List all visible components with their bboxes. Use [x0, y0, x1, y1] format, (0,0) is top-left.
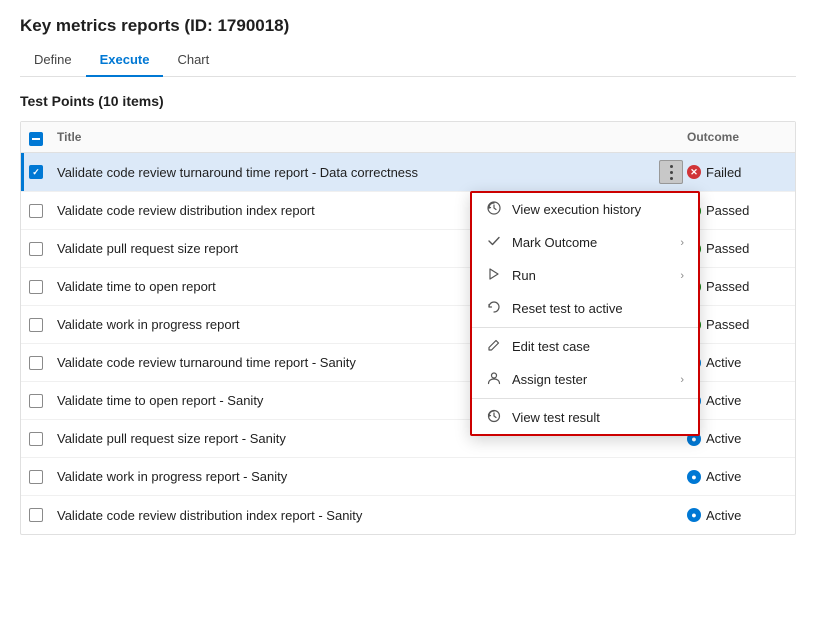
row-outcome: ✓ Passed	[687, 241, 787, 256]
row-outcome: ✓ Passed	[687, 317, 787, 332]
menu-divider	[472, 327, 698, 328]
checkbox-checked[interactable]: ✓	[29, 165, 43, 179]
context-menu: View execution history Mark Outcome ›	[470, 191, 700, 436]
row-outcome: ● Active	[687, 508, 787, 523]
context-menu-item-assign[interactable]: Assign tester ›	[472, 363, 698, 396]
row-outcome: ● Active	[687, 355, 787, 370]
context-item-label: View test result	[512, 410, 684, 425]
row-checkbox[interactable]	[29, 470, 57, 484]
context-item-label: Edit test case	[512, 339, 684, 354]
row-checkbox[interactable]	[29, 432, 57, 446]
row-outcome: ✓ Passed	[687, 279, 787, 294]
person-icon	[486, 371, 502, 388]
tab-execute[interactable]: Execute	[86, 46, 164, 77]
edit-icon	[486, 338, 502, 355]
row-kebab-action[interactable]	[655, 160, 687, 184]
section-title: Test Points (10 items)	[20, 93, 796, 109]
checkbox-unchecked[interactable]	[29, 508, 43, 522]
table-row[interactable]: ✓ Validate code review turnaround time r…	[21, 153, 795, 192]
row-outcome: ● Active	[687, 431, 787, 446]
row-checkbox[interactable]	[29, 280, 57, 294]
row-outcome: ● Active	[687, 393, 787, 408]
arrow-icon: ›	[680, 374, 684, 386]
tab-chart[interactable]: Chart	[163, 46, 223, 77]
page-title: Key metrics reports (ID: 1790018)	[20, 16, 796, 36]
checkbox-unchecked[interactable]	[29, 394, 43, 408]
check-icon	[486, 234, 502, 251]
row-checkbox[interactable]	[29, 204, 57, 218]
title-column-header: Title	[57, 130, 687, 144]
menu-divider	[472, 398, 698, 399]
checkbox-unchecked[interactable]	[29, 318, 43, 332]
row-title: Validate code review distribution index …	[57, 508, 655, 523]
select-all-checkbox[interactable]	[29, 132, 43, 146]
header-check[interactable]	[29, 128, 57, 146]
checkbox-unchecked[interactable]	[29, 204, 43, 218]
checkbox-unchecked[interactable]	[29, 470, 43, 484]
context-menu-item-mark-outcome[interactable]: Mark Outcome ›	[472, 226, 698, 259]
row-checkbox[interactable]	[29, 394, 57, 408]
row-title: Validate code review turnaround time rep…	[57, 165, 655, 180]
table-row[interactable]: Validate code review distribution index …	[21, 496, 795, 534]
checkbox-unchecked[interactable]	[29, 280, 43, 294]
row-checkbox[interactable]	[29, 356, 57, 370]
context-item-label: Run	[512, 268, 670, 283]
selection-bar	[21, 153, 24, 191]
kebab-button[interactable]	[659, 160, 683, 184]
row-outcome: ✓ Passed	[687, 203, 787, 218]
row-outcome: ✕ Failed	[687, 165, 787, 180]
outcome-active-icon: ●	[687, 470, 701, 484]
context-menu-item-run[interactable]: Run ›	[472, 259, 698, 292]
row-checkbox[interactable]	[29, 318, 57, 332]
outcome-failed-icon: ✕	[687, 165, 701, 179]
history-icon	[486, 201, 502, 218]
row-checkbox[interactable]: ✓	[29, 165, 57, 179]
checkbox-unchecked[interactable]	[29, 432, 43, 446]
tabs-bar: Define Execute Chart	[20, 46, 796, 77]
table-row[interactable]: Validate work in progress report - Sanit…	[21, 458, 795, 496]
table-header: Title Outcome	[21, 122, 795, 153]
context-menu-item-view-history[interactable]: View execution history	[472, 193, 698, 226]
row-checkbox[interactable]	[29, 508, 57, 522]
context-menu-item-reset[interactable]: Reset test to active	[472, 292, 698, 325]
context-menu-item-edit[interactable]: Edit test case	[472, 330, 698, 363]
row-checkbox[interactable]	[29, 242, 57, 256]
context-menu-item-view-result[interactable]: View test result	[472, 401, 698, 434]
checkbox-unchecked[interactable]	[29, 356, 43, 370]
context-item-label: Reset test to active	[512, 301, 684, 316]
arrow-icon: ›	[680, 270, 684, 282]
context-item-label: Assign tester	[512, 372, 670, 387]
context-item-label: Mark Outcome	[512, 235, 670, 250]
page-container: Key metrics reports (ID: 1790018) Define…	[0, 0, 816, 551]
result-icon	[486, 409, 502, 426]
row-title: Validate work in progress report - Sanit…	[57, 469, 655, 484]
outcome-active-icon: ●	[687, 508, 701, 522]
checkbox-unchecked[interactable]	[29, 242, 43, 256]
reset-icon	[486, 300, 502, 317]
test-points-table: Title Outcome ✓ Validate code review tur…	[20, 121, 796, 535]
context-item-label: View execution history	[512, 202, 684, 217]
tab-define[interactable]: Define	[20, 46, 86, 77]
play-icon	[486, 267, 502, 284]
row-outcome: ● Active	[687, 469, 787, 484]
outcome-column-header: Outcome	[687, 130, 787, 144]
arrow-icon: ›	[680, 237, 684, 249]
